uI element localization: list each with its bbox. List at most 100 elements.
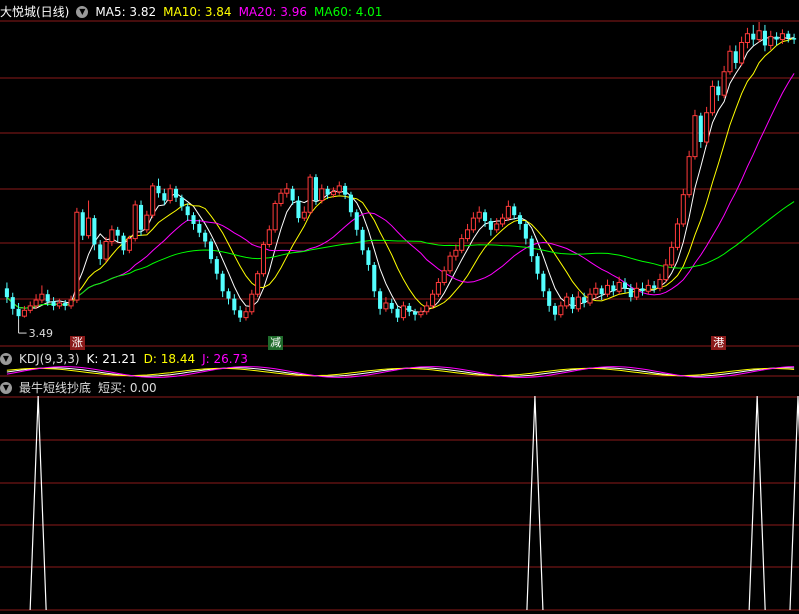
ma-labels: MA5: 3.82 MA10: 3.84 MA20: 3.96 MA60: 4.01 — [95, 3, 389, 21]
candle-body-down — [290, 188, 295, 201]
candle-body-up — [255, 273, 261, 295]
candle-body-up — [441, 270, 447, 283]
candle-body-up — [126, 238, 132, 251]
candle-body-down — [51, 301, 56, 306]
candle-body-up — [587, 293, 593, 304]
candle-body-up — [465, 229, 471, 240]
candle-body-down — [523, 223, 528, 239]
candle-body-down — [762, 30, 767, 46]
candle-body-down — [792, 38, 797, 40]
candle-body-up — [272, 202, 278, 231]
candle-body-down — [115, 229, 120, 236]
candle-body-down — [214, 259, 219, 274]
kdj-name: KDJ(9,3,3) — [19, 352, 80, 366]
signal-marker-2: 港 — [711, 336, 727, 350]
candle-body-up — [709, 85, 715, 114]
candle-body-down — [483, 212, 488, 222]
candle-body-up — [109, 229, 115, 243]
candle-body-down — [354, 212, 359, 230]
buy-signal-spike — [789, 395, 799, 611]
candle-body-down — [552, 305, 558, 315]
ma-label-2: MA20: 3.96 — [238, 5, 307, 19]
candle-body-down — [220, 273, 225, 292]
candle-body-down — [348, 194, 353, 213]
candle-body-up — [669, 246, 675, 266]
candle-body-down — [541, 273, 546, 292]
candle-body-down — [716, 86, 721, 96]
chevron-down-icon[interactable]: ▼ — [0, 382, 12, 394]
main-chart-header: 大悦城(日线) ▼ MA5: 3.82 MA10: 3.84 MA20: 3.96 M… — [0, 3, 396, 21]
candle-body-up — [692, 115, 698, 158]
candle-body-up — [680, 194, 686, 225]
candle-body-up — [132, 204, 138, 240]
ma-label-1: MA10: 3.84 — [163, 5, 232, 19]
candle-body-up — [103, 241, 109, 260]
candle-body-down — [517, 215, 523, 224]
candle-body-up — [505, 205, 511, 219]
candle-body-up — [74, 211, 80, 301]
candle-body-up — [558, 305, 564, 316]
candle-body-up — [249, 293, 255, 313]
candle-body-up — [744, 33, 750, 43]
candle-body-up — [616, 281, 622, 292]
candle-body-down — [640, 288, 645, 292]
candle-body-up — [575, 296, 581, 310]
candle-body-down — [191, 215, 196, 224]
candle-body-down — [313, 177, 318, 201]
chevron-down-icon[interactable]: ▼ — [76, 6, 89, 18]
candle-body-down — [197, 223, 202, 233]
candle-body-down — [733, 51, 738, 63]
candle-body-down — [611, 285, 616, 292]
candle-body-up — [243, 311, 249, 319]
candle-body-down — [360, 229, 365, 251]
candle-body-down — [343, 185, 348, 195]
candle-body-up — [150, 185, 156, 216]
candle-body-up — [779, 33, 785, 41]
candle-body-down — [296, 200, 301, 219]
candle-body-up — [476, 211, 482, 219]
kdj-d-value: D: 18.44 — [143, 352, 196, 366]
candle-body-down — [238, 310, 243, 318]
candle-body-up — [721, 71, 727, 96]
candle-body-up — [68, 299, 74, 307]
candle-body-up — [39, 293, 45, 301]
candle-body-down — [570, 297, 575, 309]
candle-body-up — [593, 287, 599, 295]
candle-body-down — [179, 197, 184, 207]
candle-body-down — [413, 311, 418, 315]
candle-body-down — [512, 206, 517, 216]
candle-body-down — [226, 291, 231, 299]
kdj-k-value: K: 21.21 — [86, 352, 137, 366]
ma-label-3: MA60: 4.01 — [314, 5, 383, 19]
chevron-down-icon[interactable]: ▼ — [0, 353, 12, 365]
candle-body-down — [547, 291, 552, 306]
candle-body-up — [307, 176, 313, 213]
candle-body-down — [4, 288, 9, 298]
candle-body-down — [325, 188, 330, 195]
candle-body-up — [430, 293, 436, 307]
indicator-header: ▼ 最牛短线抄底 短买: 0.00 — [0, 379, 164, 397]
candle-body-down — [173, 188, 179, 198]
candle-body-up — [278, 192, 284, 204]
candle-body-up — [266, 229, 272, 245]
candle-body-up — [727, 50, 733, 73]
buy-signal-spike — [526, 395, 544, 611]
candle-body-up — [260, 243, 267, 275]
candle-body-down — [92, 218, 97, 245]
candle-body-down — [407, 305, 412, 312]
candle-body-up — [319, 188, 325, 202]
ma60-line — [6, 201, 795, 309]
candle-body-down — [751, 33, 756, 40]
candle-body-down — [98, 244, 103, 260]
candle-body-up — [470, 217, 476, 231]
candle-body-up — [686, 156, 692, 196]
candle-body-down — [652, 285, 657, 289]
candle-body-up — [645, 284, 651, 292]
candle-body-down — [378, 291, 383, 309]
candle-body-down — [599, 288, 604, 295]
candle-body-down — [628, 288, 633, 298]
candle-body-down — [774, 36, 779, 40]
candle-body-up — [704, 112, 710, 143]
candle-body-up — [499, 217, 506, 225]
stock-name: 大悦城(日线) — [0, 5, 70, 19]
